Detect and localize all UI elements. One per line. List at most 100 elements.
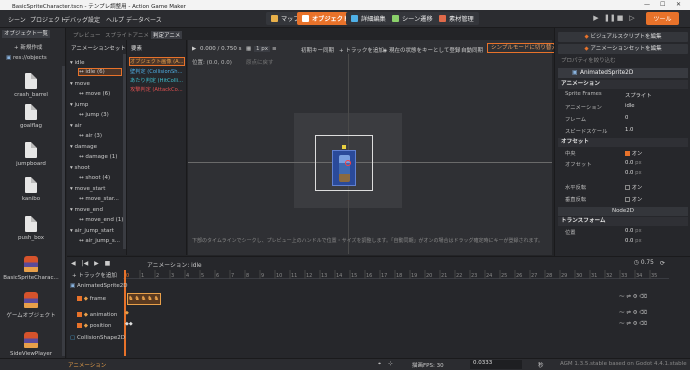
track-position-controls[interactable]: ⁓ ⇌ ⚙ ⌫ — [619, 321, 647, 327]
section-transform[interactable]: トランスフォーム — [558, 217, 688, 226]
tree-item[interactable]: ↔ move_star... — [79, 196, 119, 202]
prop-animation[interactable]: アニメーション idle — [565, 103, 687, 112]
tree-group[interactable]: ▾ move_start — [70, 186, 105, 192]
play-back-icon[interactable]: ◀ — [71, 260, 76, 267]
step-input[interactable]: 0.0333 — [470, 360, 522, 369]
resize-handle[interactable] — [342, 145, 346, 149]
list-item[interactable]: jumpboard — [0, 142, 62, 167]
animation-selector[interactable]: アニメーション: idle — [147, 260, 202, 269]
menu-project[interactable]: プロジェクト — [30, 15, 66, 24]
scrollbar[interactable] — [123, 54, 126, 249]
grid-icon[interactable]: ▦ — [246, 46, 251, 52]
tree-item[interactable]: ↔ air (3) — [79, 133, 102, 139]
tab-sprite-anim[interactable]: スプライトアニメ — [105, 31, 149, 39]
play-scene-icon[interactable]: ▷ — [628, 14, 636, 22]
track-enable-checkbox[interactable] — [77, 323, 82, 328]
track-frame-controls[interactable]: ⁓ ⇌ ⚙ ⌫ — [619, 294, 647, 300]
track-frame[interactable]: ◆ frame — [77, 296, 106, 302]
list-item[interactable]: push_box — [0, 216, 62, 241]
minimize-icon[interactable]: — — [644, 1, 650, 8]
preview-viewport[interactable]: ▶ 0.000 / 0.750 s ▦ 1 px ≡ 初期キー同期 + トラック… — [188, 40, 561, 255]
origin-handle[interactable] — [345, 160, 351, 166]
edit-animset-button[interactable]: ◆ アニメーションセットを編集 — [558, 44, 688, 54]
list-item[interactable]: kanibo — [0, 177, 62, 202]
tab-detail-edit[interactable]: 詳細編集 — [346, 12, 391, 25]
prop-flip-h[interactable]: 水平反転 オン — [565, 183, 687, 192]
prop-flip-v[interactable]: 垂直反転 オン — [565, 195, 687, 204]
prop-frame[interactable]: フレーム 0 — [565, 115, 687, 124]
element-row[interactable]: 攻撃判定 (AttackCo... — [130, 86, 183, 93]
tab-object-list[interactable]: オブジェクト一覧 — [2, 30, 51, 38]
tree-group[interactable]: ▾ air — [70, 123, 82, 129]
add-track-button[interactable]: + トラックを追加 — [72, 271, 117, 279]
stop-icon[interactable]: ■ — [105, 260, 111, 267]
scrollbar[interactable] — [62, 66, 65, 356]
rewind-icon[interactable]: |◀ — [82, 260, 89, 267]
tree-group[interactable]: ▾ idle — [70, 60, 84, 66]
section-animation[interactable]: アニメーション — [558, 80, 688, 89]
tree-group[interactable]: ▾ damage — [70, 144, 97, 150]
folder-path[interactable]: ▣ res://objects — [6, 55, 47, 61]
edit-visual-script-button[interactable]: ◆ ビジュアルスクリプトを編集 — [558, 32, 688, 42]
tree-item[interactable]: ↔ jump (3) — [79, 112, 109, 118]
prop-speed-scale[interactable]: スピードスケール 1.0 — [565, 127, 687, 136]
track-animation-controls[interactable]: ⁓ ⇌ ⚙ ⌫ — [619, 310, 647, 316]
loop-icon[interactable]: ⟳ — [660, 260, 665, 267]
pause-icon[interactable]: ❚❚ — [604, 14, 616, 22]
tree-item[interactable]: ↔ damage (1) — [79, 154, 117, 160]
play-icon[interactable]: ▶ — [192, 46, 196, 52]
px-select[interactable]: 1 px — [254, 46, 270, 52]
tree-group[interactable]: ▾ air_jump_start — [70, 228, 114, 234]
prop-centered[interactable]: 中央 オン — [565, 149, 687, 158]
play-icon[interactable]: ▶ — [592, 14, 600, 22]
prop-offset[interactable]: オフセット 0.0 px — [565, 160, 687, 169]
tree-item[interactable]: ↔ shoot (4) — [79, 175, 110, 181]
menu-database[interactable]: データベース — [126, 15, 162, 24]
track-enable-checkbox[interactable] — [77, 296, 82, 301]
track-collisionshape2d[interactable]: ▢ CollisionShape2D — [70, 335, 125, 341]
list-item[interactable]: ゲームオブジェクト — [0, 292, 62, 319]
tab-scene-transition[interactable]: シーン遷移 — [387, 12, 438, 25]
tree-item[interactable]: ↔ idle (6) — [78, 68, 122, 76]
list-item[interactable]: goalflag — [0, 104, 62, 129]
tree-group[interactable]: ▾ move — [70, 81, 90, 87]
tab-hit-anim[interactable]: 判定アニメ — [151, 31, 183, 39]
tree-item[interactable]: ↔ move (6) — [79, 91, 110, 97]
bottom-tab-animation[interactable]: アニメーション — [68, 361, 106, 369]
init-key-sync-button[interactable]: 初期キー同期 — [301, 46, 334, 54]
prop-position[interactable]: 位置 0.0 px — [565, 228, 687, 237]
track-animatedsprite2d[interactable]: ▣ AnimatedSprite2D — [70, 283, 128, 289]
element-row[interactable]: 壁判定 (CollisionSh... — [130, 68, 183, 75]
element-row[interactable]: オブジェクト画像 (A... — [129, 57, 185, 66]
simple-mode-button[interactable]: シンプルモードに切り替え — [487, 43, 561, 53]
tree-group[interactable]: ▾ shoot — [70, 165, 90, 171]
tree-item[interactable]: ↔ air_jump_s... — [79, 238, 120, 244]
play-icon[interactable]: ▶ — [94, 260, 99, 267]
stop-icon[interactable]: ■ — [616, 14, 624, 22]
section-offset[interactable]: オフセット — [558, 138, 688, 147]
add-track-button[interactable]: + トラックを追加 — [339, 46, 384, 54]
tree-item[interactable]: ↔ move_end (1) — [79, 217, 123, 223]
tree-group[interactable]: ▾ move_end — [70, 207, 103, 213]
time-ruler[interactable]: 0 1 2 3 4 5 6 7 8 9 10 11 12 13 14 15 16 17 18 19 20 21 22 23 24… — [123, 270, 669, 279]
tree-group[interactable]: ▾ jump — [70, 102, 88, 108]
tab-assets[interactable]: 素材管理 — [434, 12, 479, 25]
list-item[interactable]: crash_barrel — [0, 73, 62, 98]
register-key-button[interactable]: ◈ 現在の状態をキーとして登録 — [383, 46, 460, 54]
close-icon[interactable]: ✕ — [676, 1, 681, 8]
property-filter-input[interactable]: プロパティを絞り込む — [558, 56, 688, 65]
track-position[interactable]: ◆ position — [77, 323, 112, 329]
menu-scene[interactable]: シーン — [8, 15, 26, 24]
maximize-icon[interactable]: ☐ — [660, 1, 665, 8]
menu-debug[interactable]: デバッグ — [64, 15, 88, 24]
prop-offset-y[interactable]: 0.0 px — [565, 170, 687, 179]
list-item[interactable]: SideViewPlayer — [0, 332, 62, 357]
menu-icon[interactable]: ≡ — [272, 46, 277, 52]
prop-sprite-frames[interactable]: Sprite Frames スプライト — [565, 91, 687, 100]
centered-checkbox[interactable] — [625, 151, 630, 156]
element-row[interactable]: あたり判定 (HitColli... — [130, 77, 183, 84]
tab-preview[interactable]: プレビュー — [73, 31, 101, 39]
prop-position-y[interactable]: 0.0 px — [565, 238, 687, 247]
flip-v-checkbox[interactable] — [625, 197, 630, 202]
menu-help[interactable]: ヘルプ — [106, 15, 124, 24]
